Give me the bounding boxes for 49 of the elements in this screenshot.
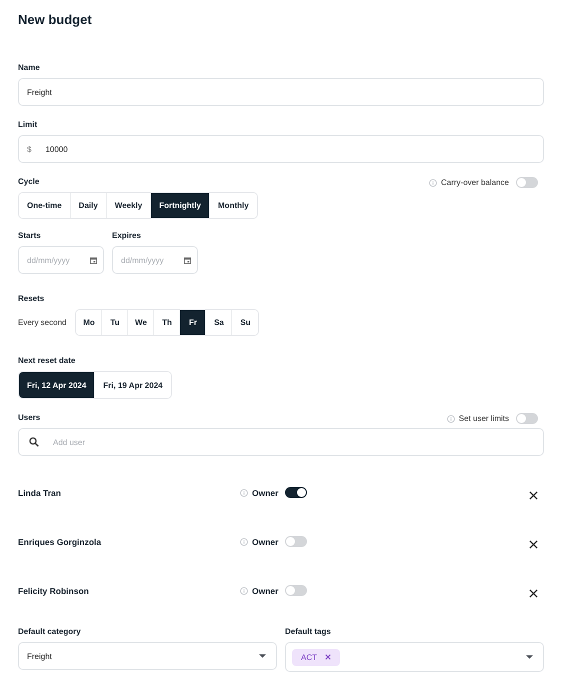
calendar-icon — [90, 256, 97, 264]
field-label: Next reset date — [18, 356, 76, 365]
toggle-switch[interactable] — [516, 177, 538, 188]
resets-prefix: Every second — [18, 318, 66, 327]
cycle-option[interactable]: Fortnightly — [151, 193, 210, 218]
close-icon[interactable] — [529, 589, 538, 598]
info-icon — [446, 414, 455, 422]
info-icon — [240, 488, 248, 496]
toggle-switch[interactable] — [285, 487, 308, 498]
field-label: Expires — [112, 231, 142, 240]
toggle-switch[interactable] — [285, 585, 308, 596]
field-label: Default tags — [285, 627, 332, 636]
user-name: Enriques Gorginzola — [18, 536, 102, 546]
close-icon[interactable] — [529, 491, 538, 500]
search-icon — [29, 437, 39, 447]
field-label: Name — [18, 63, 41, 72]
toggle-label: Carry-over balance — [440, 178, 509, 187]
user-name: Felicity Robinson — [18, 586, 90, 596]
remove-icon[interactable] — [325, 654, 331, 660]
user-name: Linda Tran — [18, 488, 62, 498]
limit-field[interactable]: $ 10000 — [18, 135, 544, 163]
category-dropdown[interactable]: Freight — [18, 642, 277, 670]
toggle-label: Owner — [252, 488, 278, 498]
weekday-option[interactable]: Mo — [76, 310, 102, 335]
info-icon — [240, 538, 248, 546]
toggle-label: Owner — [252, 536, 278, 546]
toggle-switch[interactable] — [516, 413, 538, 424]
calendar-icon — [184, 256, 191, 264]
caret-icon — [259, 654, 266, 658]
info-icon — [428, 178, 437, 186]
close-icon[interactable] — [529, 540, 538, 549]
field-label: Limit — [18, 120, 38, 129]
toggle-label: Owner — [252, 586, 278, 596]
tags-dropdown[interactable]: ACT — [285, 642, 544, 672]
field-label: Cycle — [18, 177, 40, 186]
field-label: Resets — [18, 294, 46, 303]
cycle-option[interactable]: One-time — [19, 193, 71, 218]
field-label: Default category — [18, 627, 82, 636]
page-title: New budget — [18, 12, 93, 27]
field-label: Starts — [18, 231, 42, 240]
toggle-label: Set user limits — [458, 414, 509, 423]
toggle-switch[interactable] — [285, 536, 308, 547]
weekday-option[interactable]: Fr — [180, 310, 206, 335]
tag-chip: ACT — [292, 648, 340, 666]
info-icon — [240, 586, 248, 594]
date-option[interactable]: Fri, 12 Apr 2024 — [19, 372, 96, 398]
field-label: Users — [18, 413, 40, 422]
caret-icon — [526, 655, 533, 659]
name-field[interactable]: Freight — [18, 78, 544, 106]
